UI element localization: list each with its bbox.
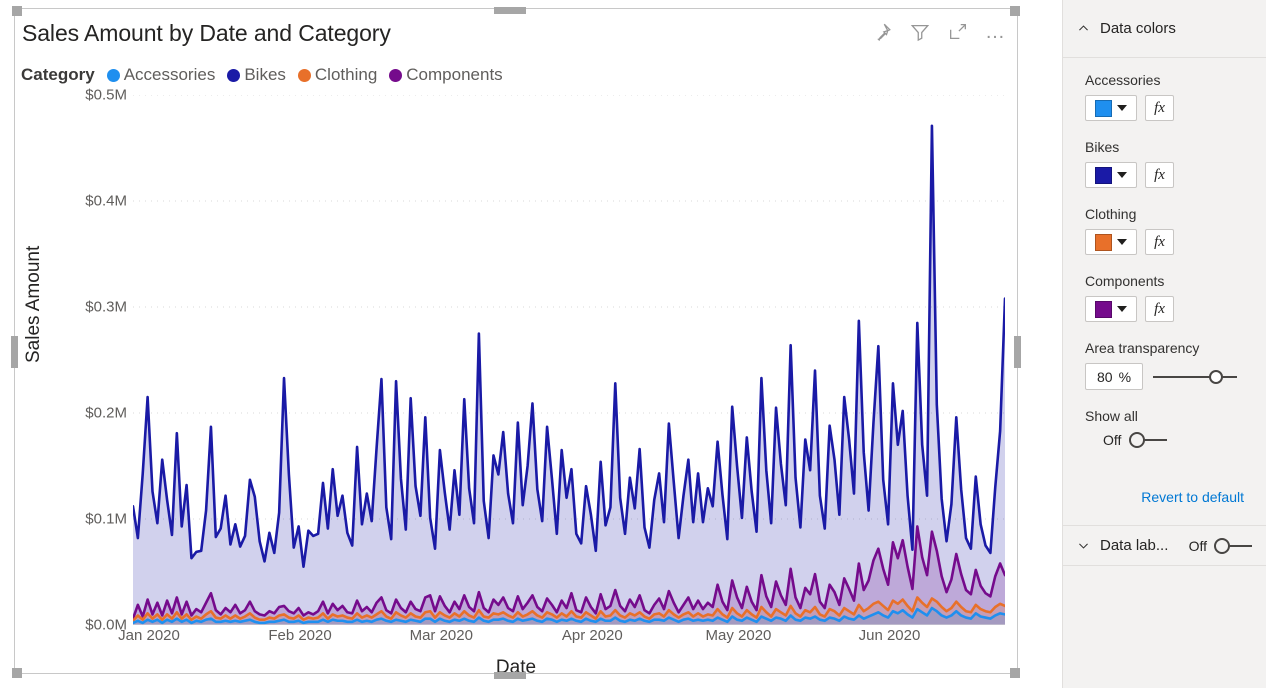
slider-track bbox=[1153, 375, 1237, 378]
plot-area: Sales Amount $0.0M $0.1M $0.2M $0.3M $0.4M $0… bbox=[15, 87, 1017, 678]
field-label: Clothing bbox=[1085, 206, 1137, 222]
x-axis-tick-label: May 2020 bbox=[705, 627, 772, 644]
field-label: Show all bbox=[1085, 408, 1138, 424]
color-field-components: Components fx bbox=[1085, 273, 1244, 322]
field-label: Bikes bbox=[1085, 139, 1120, 155]
y-axis-tick-label: $0.2M bbox=[85, 404, 127, 422]
area-chart-visual[interactable]: Sales Amount by Date and Category … Cate… bbox=[14, 8, 1018, 678]
percent-unit: % bbox=[1118, 368, 1132, 385]
resize-handle-left[interactable] bbox=[11, 336, 18, 368]
area-transparency-value: 80 bbox=[1096, 368, 1113, 385]
legend-label: Bikes bbox=[244, 65, 286, 84]
toggle-knob bbox=[1129, 432, 1146, 448]
visual-header: Sales Amount by Date and Category … bbox=[15, 9, 1017, 57]
conditional-formatting-button-clothing[interactable]: fx bbox=[1145, 229, 1174, 255]
section-header-data-labels[interactable]: Data lab... Off bbox=[1063, 526, 1266, 566]
section-header-data-colors[interactable]: Data colors bbox=[1063, 0, 1266, 58]
area-transparency-input[interactable]: 80 % bbox=[1085, 363, 1143, 390]
area-transparency-field: Area transparency 80 % bbox=[1085, 340, 1244, 390]
conditional-formatting-button-components[interactable]: fx bbox=[1145, 296, 1174, 322]
color-picker-accessories[interactable] bbox=[1085, 95, 1137, 121]
color-picker-bikes[interactable] bbox=[1085, 162, 1137, 188]
focus-mode-icon[interactable] bbox=[947, 21, 969, 43]
area-transparency-slider[interactable] bbox=[1153, 367, 1237, 387]
show-all-toggle[interactable] bbox=[1129, 431, 1168, 449]
chevron-down-icon bbox=[1117, 239, 1127, 245]
area-bikes bbox=[133, 125, 1005, 625]
legend-label: Clothing bbox=[314, 65, 378, 84]
chevron-down-icon bbox=[1117, 105, 1127, 111]
pin-icon[interactable] bbox=[871, 21, 893, 43]
y-axis-title: Sales Amount bbox=[23, 245, 44, 363]
legend-item-components[interactable]: Components bbox=[389, 65, 503, 85]
revert-to-default-link[interactable]: Revert to default bbox=[1085, 467, 1244, 525]
power-bi-report-canvas: Sales Amount by Date and Category … Cate… bbox=[0, 0, 1266, 688]
color-swatch-icon bbox=[1095, 300, 1112, 318]
chevron-down-icon bbox=[1077, 539, 1090, 552]
legend-item-accessories[interactable]: Accessories bbox=[106, 65, 216, 85]
color-field-accessories: Accessories fx bbox=[1085, 72, 1244, 121]
x-axis-tick-label: Jun 2020 bbox=[858, 627, 921, 644]
slider-thumb[interactable] bbox=[1209, 369, 1223, 384]
field-label: Components bbox=[1085, 273, 1165, 289]
resize-handle-bottom-right[interactable] bbox=[1010, 668, 1020, 678]
y-axis-ticks: $0.0M $0.1M $0.2M $0.3M $0.4M $0.5M bbox=[51, 87, 127, 634]
legend-swatch-icon bbox=[227, 68, 241, 82]
color-field-bikes: Bikes fx bbox=[1085, 139, 1244, 188]
legend-swatch-icon bbox=[297, 68, 311, 82]
x-axis-tick-label: Feb 2020 bbox=[268, 627, 332, 644]
resize-handle-top-right[interactable] bbox=[1010, 6, 1020, 16]
y-axis-tick-label: $0.1M bbox=[85, 510, 127, 528]
color-swatch-icon bbox=[1095, 233, 1112, 251]
chart-canvas[interactable] bbox=[133, 95, 1005, 625]
filter-icon[interactable] bbox=[909, 21, 931, 43]
data-labels-state: Off bbox=[1188, 537, 1207, 554]
show-all-state: Off bbox=[1103, 432, 1122, 448]
more-options-icon[interactable]: … bbox=[985, 21, 1007, 43]
x-axis-ticks: Jan 2020 Feb 2020 Mar 2020 Apr 2020 May 2020… bbox=[118, 627, 1003, 653]
legend-label: Components bbox=[406, 65, 503, 84]
show-all-field: Show all Off bbox=[1085, 408, 1244, 449]
data-colors-body: Accessories fx Bikes fx Clothing fx Comp… bbox=[1063, 58, 1266, 525]
x-axis-tick-label: Apr 2020 bbox=[561, 627, 623, 644]
color-field-clothing: Clothing fx bbox=[1085, 206, 1244, 255]
field-label: Area transparency bbox=[1085, 340, 1200, 356]
resize-handle-top[interactable] bbox=[494, 7, 526, 14]
legend-swatch-icon bbox=[106, 68, 120, 82]
y-axis-tick-label: $0.5M bbox=[85, 86, 127, 104]
legend-item-bikes[interactable]: Bikes bbox=[227, 65, 286, 85]
x-axis-tick-label: Mar 2020 bbox=[409, 627, 473, 644]
resize-handle-bottom-left[interactable] bbox=[12, 668, 22, 678]
legend-swatch-icon bbox=[389, 68, 403, 82]
color-picker-clothing[interactable] bbox=[1085, 229, 1137, 255]
data-labels-toggle[interactable] bbox=[1214, 537, 1252, 555]
y-axis-tick-label: $0.4M bbox=[85, 192, 127, 210]
field-label: Accessories bbox=[1085, 72, 1161, 88]
chevron-down-icon bbox=[1117, 172, 1127, 178]
x-axis-tick-label: Jan 2020 bbox=[118, 627, 180, 644]
color-picker-components[interactable] bbox=[1085, 296, 1137, 322]
chevron-down-icon bbox=[1117, 306, 1127, 312]
chevron-up-icon bbox=[1077, 22, 1090, 35]
y-axis-tick-label: $0.3M bbox=[85, 298, 127, 316]
resize-handle-right[interactable] bbox=[1014, 336, 1021, 368]
toggle-knob bbox=[1214, 537, 1230, 554]
conditional-formatting-button-bikes[interactable]: fx bbox=[1145, 162, 1174, 188]
format-panel: Data colors Accessories fx Bikes fx Clot… bbox=[1062, 0, 1266, 688]
resize-handle-bottom[interactable] bbox=[494, 672, 526, 679]
resize-handle-top-left[interactable] bbox=[12, 6, 22, 16]
legend: Category Accessories Bikes Clothing Comp… bbox=[21, 61, 515, 89]
section-title: Data colors bbox=[1100, 20, 1176, 37]
legend-label: Accessories bbox=[123, 65, 216, 84]
section-title: Data lab... bbox=[1100, 537, 1169, 554]
conditional-formatting-button-accessories[interactable]: fx bbox=[1145, 95, 1174, 121]
color-swatch-icon bbox=[1095, 99, 1112, 117]
color-swatch-icon bbox=[1095, 166, 1112, 184]
legend-item-clothing[interactable]: Clothing bbox=[297, 65, 378, 85]
page-title: Sales Amount by Date and Category bbox=[22, 20, 391, 46]
legend-title: Category bbox=[21, 65, 95, 84]
visual-header-icons: … bbox=[871, 21, 1007, 43]
